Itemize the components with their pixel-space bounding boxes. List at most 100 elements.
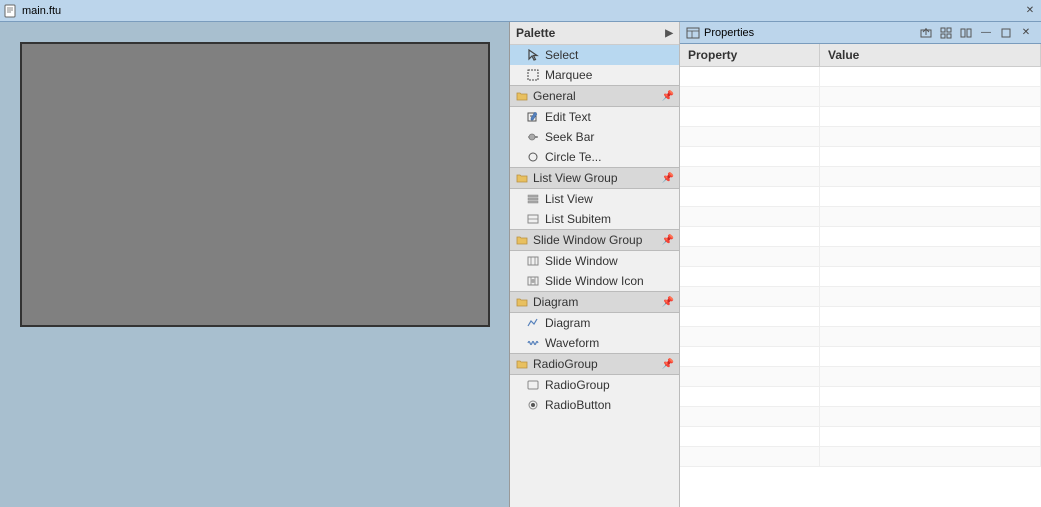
prop-table: Property Value (680, 44, 1041, 507)
group-header-slidewindow[interactable]: Slide Window Group 📌 (510, 229, 679, 251)
radiobutton-icon (526, 398, 540, 412)
canvas-inner[interactable] (20, 42, 490, 327)
radiogroup-label: RadioGroup (545, 378, 610, 392)
file-icon (4, 4, 18, 18)
group-header-general[interactable]: General 📌 (510, 85, 679, 107)
prop-row (680, 107, 1041, 127)
listview-pin-icon: 📌 (662, 173, 674, 184)
palette-item-list-subitem[interactable]: List Subitem (510, 209, 679, 229)
properties-title-bar: Properties — ✕ (680, 22, 1041, 44)
folder-radiogroup-icon (515, 357, 529, 371)
general-group-label: General (533, 89, 662, 103)
palette-title: Palette (516, 26, 555, 40)
edit-text-icon (526, 110, 540, 124)
prop-row (680, 147, 1041, 167)
prop-row (680, 187, 1041, 207)
properties-panel: Properties — ✕ Property (680, 22, 1041, 507)
list-subitem-icon (526, 212, 540, 226)
slide-window-label: Slide Window (545, 254, 618, 268)
group-header-radiogroup[interactable]: RadioGroup 📌 (510, 353, 679, 375)
radiobutton-label: RadioButton (545, 398, 611, 412)
general-pin-icon: 📌 (662, 91, 674, 102)
prop-row (680, 427, 1041, 447)
palette-header[interactable]: Palette ▶ (510, 22, 679, 45)
prop-header-property: Property (680, 44, 820, 66)
properties-title: Properties (704, 27, 917, 39)
seek-bar-label: Seek Bar (545, 130, 594, 144)
main-layout: Palette ▶ Select Marquee General 📌 (0, 22, 1041, 507)
slide-window-icon-icon (526, 274, 540, 288)
radiogroup-icon (526, 378, 540, 392)
palette-item-waveform[interactable]: Waveform (510, 333, 679, 353)
palette-item-radiogroup[interactable]: RadioGroup (510, 375, 679, 395)
prop-row (680, 327, 1041, 347)
palette-item-seek-bar[interactable]: Seek Bar (510, 127, 679, 147)
properties-toolbar: — ✕ (917, 24, 1035, 42)
prop-row (680, 227, 1041, 247)
palette-item-marquee[interactable]: Marquee (510, 65, 679, 85)
palette-item-slide-window-icon[interactable]: Slide Window Icon (510, 271, 679, 291)
slidewindow-group-label: Slide Window Group (533, 233, 662, 247)
palette-item-edit-text[interactable]: Edit Text (510, 107, 679, 127)
prop-row (680, 267, 1041, 287)
group-header-listview[interactable]: List View Group 📌 (510, 167, 679, 189)
prop-row (680, 447, 1041, 467)
diagram-icon (526, 316, 540, 330)
folder-general-icon (515, 89, 529, 103)
palette-item-radiobutton[interactable]: RadioButton (510, 395, 679, 415)
select-label: Select (545, 48, 578, 62)
close-tab-button[interactable]: ✕ (1023, 4, 1037, 18)
prop-close-button[interactable]: ✕ (1017, 24, 1035, 42)
group-header-diagram[interactable]: Diagram 📌 (510, 291, 679, 313)
prop-row (680, 247, 1041, 267)
palette-item-circle[interactable]: Circle Te... (510, 147, 679, 167)
prop-row (680, 167, 1041, 187)
palette-item-slide-window[interactable]: Slide Window (510, 251, 679, 271)
slide-window-icon-label: Slide Window Icon (545, 274, 644, 288)
prop-row (680, 307, 1041, 327)
prop-row (680, 67, 1041, 87)
prop-restore-button[interactable] (997, 24, 1015, 42)
list-subitem-label: List Subitem (545, 212, 611, 226)
list-view-icon (526, 192, 540, 206)
canvas-area (0, 22, 510, 507)
listview-group-label: List View Group (533, 171, 662, 185)
prop-export-button[interactable] (917, 24, 935, 42)
properties-icon (686, 26, 700, 40)
prop-row (680, 367, 1041, 387)
prop-grid-button[interactable] (937, 24, 955, 42)
marquee-label: Marquee (545, 68, 592, 82)
waveform-icon (526, 336, 540, 350)
marquee-icon (526, 68, 540, 82)
waveform-label: Waveform (545, 336, 599, 350)
prop-header-value: Value (820, 44, 1041, 66)
prop-row (680, 127, 1041, 147)
select-icon (526, 48, 540, 62)
seek-bar-icon (526, 130, 540, 144)
prop-rows (680, 67, 1041, 507)
diagram-label: Diagram (545, 316, 590, 330)
prop-columns-button[interactable] (957, 24, 975, 42)
prop-row (680, 347, 1041, 367)
prop-row (680, 407, 1041, 427)
palette-item-list-view[interactable]: List View (510, 189, 679, 209)
radiogroup-pin-icon: 📌 (662, 359, 674, 370)
slide-window-icon (526, 254, 540, 268)
palette-panel: Palette ▶ Select Marquee General 📌 (510, 22, 680, 507)
main-title-bar: main.ftu ✕ (0, 0, 1041, 22)
circle-label: Circle Te... (545, 150, 601, 164)
prop-table-header: Property Value (680, 44, 1041, 67)
list-view-label: List View (545, 192, 593, 206)
radiogroup-group-label: RadioGroup (533, 357, 662, 371)
prop-row (680, 87, 1041, 107)
edit-text-label: Edit Text (545, 110, 591, 124)
file-title: main.ftu (22, 5, 1023, 17)
folder-diagram-icon (515, 295, 529, 309)
diagram-pin-icon: 📌 (662, 297, 674, 308)
palette-item-diagram[interactable]: Diagram (510, 313, 679, 333)
circle-icon (526, 150, 540, 164)
palette-expand-icon: ▶ (665, 28, 673, 39)
prop-minimize-button[interactable]: — (977, 24, 995, 42)
palette-item-select[interactable]: Select (510, 45, 679, 65)
slidewindow-pin-icon: 📌 (662, 235, 674, 246)
